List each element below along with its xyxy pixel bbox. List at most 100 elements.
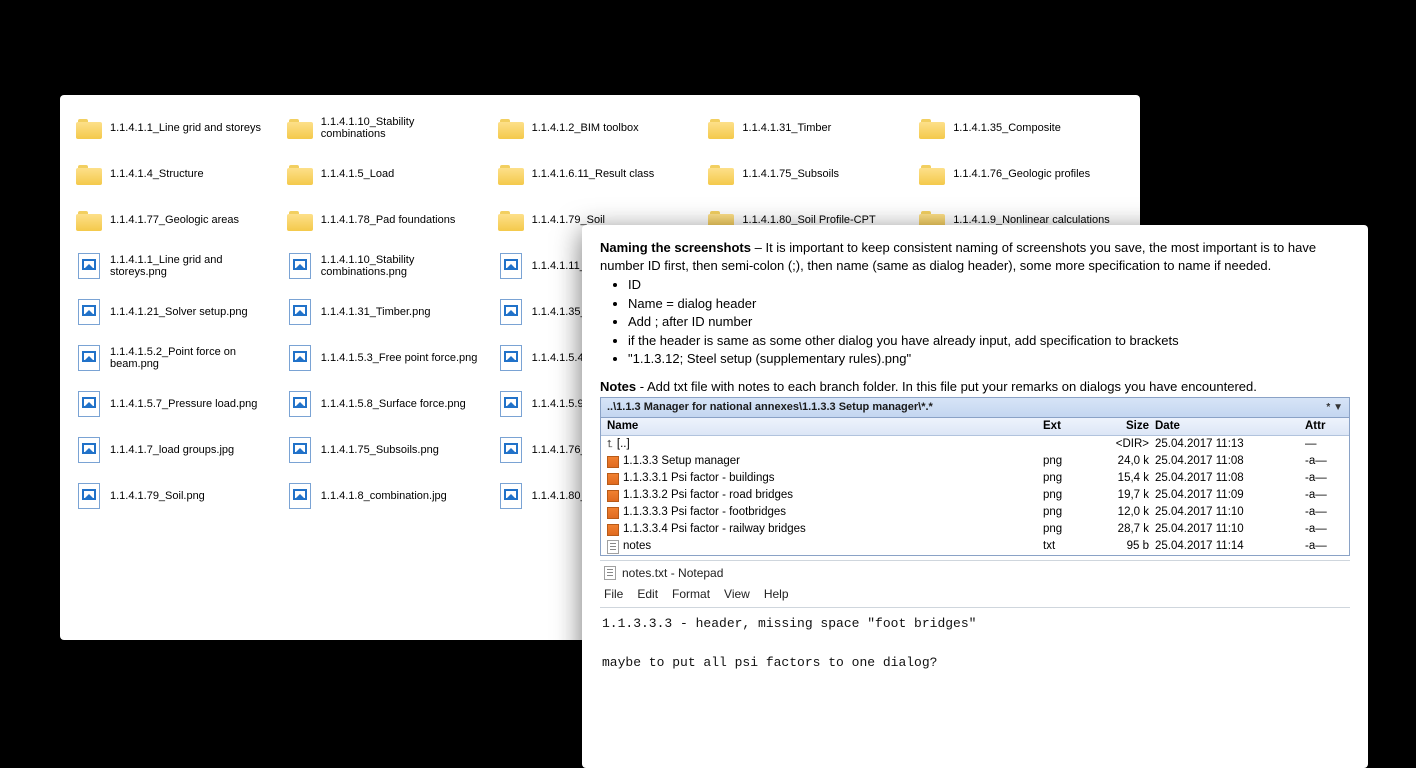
row-size: 15,4 k	[1095, 471, 1155, 487]
row-name: 1.1.3.3.2 Psi factor - road bridges	[623, 488, 793, 504]
text-file-icon	[607, 540, 619, 554]
folder-item[interactable]: 1.1.4.1.31_Timber	[706, 105, 911, 151]
col-name[interactable]: Name	[607, 419, 1043, 435]
image-file-item[interactable]: 1.1.4.1.1_Line grid and storeys.png	[74, 243, 279, 289]
folder-item[interactable]: 1.1.4.1.77_Geologic areas	[74, 197, 279, 243]
folder-icon	[498, 115, 524, 141]
image-file-icon	[76, 391, 102, 417]
row-ext: png	[1043, 471, 1095, 487]
image-file-item[interactable]: 1.1.4.1.7_load groups.jpg	[74, 427, 279, 473]
folder-item[interactable]: 1.1.4.1.6.11_Result class	[496, 151, 701, 197]
folder-item[interactable]: 1.1.4.1.2_BIM toolbox	[496, 105, 701, 151]
image-file-icon	[76, 253, 102, 279]
image-file-item[interactable]: 1.1.4.1.5.3_Free point force.png	[285, 335, 490, 381]
col-attr[interactable]: Attr	[1305, 419, 1343, 435]
folder-icon	[76, 115, 102, 141]
file-manager-row[interactable]: 1.1.3.3 Setup managerpng24,0 k25.04.2017…	[601, 453, 1349, 470]
text-file-icon	[604, 566, 616, 580]
row-ext: png	[1043, 522, 1095, 538]
notepad-menu-format[interactable]: Format	[672, 586, 710, 602]
folder-icon	[919, 115, 945, 141]
folder-item[interactable]: 1.1.4.1.1_Line grid and storeys	[74, 105, 279, 151]
row-date: 25.04.2017 11:09	[1155, 488, 1305, 504]
row-ext: png	[1043, 505, 1095, 521]
notepad-menu-help[interactable]: Help	[764, 586, 789, 602]
item-label: 1.1.4.1.1_Line grid and storeys	[110, 122, 261, 134]
item-label: 1.1.4.1.77_Geologic areas	[110, 214, 239, 226]
instructions-panel: Naming the screenshots – It is important…	[582, 225, 1368, 768]
file-manager-row[interactable]: notestxt95 b25.04.2017 11:14-a—	[601, 538, 1349, 555]
row-attr: -a—	[1305, 505, 1343, 521]
image-file-item[interactable]: 1.1.4.1.5.2_Point force on beam.png	[74, 335, 279, 381]
naming-heading: Naming the screenshots	[600, 240, 751, 255]
col-date[interactable]: Date	[1155, 419, 1305, 435]
image-file-icon	[498, 345, 524, 371]
image-file-icon	[498, 299, 524, 325]
row-size: 28,7 k	[1095, 522, 1155, 538]
notepad-menu-view[interactable]: View	[724, 586, 750, 602]
row-date: 25.04.2017 11:08	[1155, 471, 1305, 487]
folder-item[interactable]: 1.1.4.1.35_Composite	[917, 105, 1122, 151]
folder-item[interactable]: 1.1.4.1.75_Subsoils	[706, 151, 911, 197]
row-size: 24,0 k	[1095, 454, 1155, 470]
image-file-item[interactable]: 1.1.4.1.31_Timber.png	[285, 289, 490, 335]
folder-icon	[287, 161, 313, 187]
folder-item[interactable]: 1.1.4.1.4_Structure	[74, 151, 279, 197]
file-manager-row[interactable]: 1.1.3.3.2 Psi factor - road bridgespng19…	[601, 487, 1349, 504]
image-file-icon	[607, 507, 619, 519]
image-file-icon	[76, 299, 102, 325]
item-label: 1.1.4.1.10_Stability combinations	[321, 116, 479, 140]
bullet-item: ID	[628, 276, 1350, 294]
image-file-item[interactable]: 1.1.4.1.5.7_Pressure load.png	[74, 381, 279, 427]
folder-item[interactable]: 1.1.4.1.10_Stability combinations	[285, 105, 490, 151]
image-file-icon	[76, 437, 102, 463]
image-file-item[interactable]: 1.1.4.1.79_Soil.png	[74, 473, 279, 519]
row-attr: -a—	[1305, 539, 1343, 555]
row-attr: -a—	[1305, 488, 1343, 504]
file-manager-path-controls[interactable]: * ▼	[1326, 401, 1343, 415]
image-file-icon	[498, 437, 524, 463]
item-label: 1.1.4.1.5.3_Free point force.png	[321, 352, 478, 364]
notepad-body[interactable]: 1.1.3.3.3 - header, missing space "foot …	[600, 608, 1350, 675]
folder-icon	[287, 207, 313, 233]
row-size: 95 b	[1095, 539, 1155, 555]
file-manager-row[interactable]: 1.1.3.3.1 Psi factor - buildingspng15,4 …	[601, 470, 1349, 487]
row-ext: png	[1043, 488, 1095, 504]
file-manager-row[interactable]: 1.1.3.3.3 Psi factor - footbridgespng12,…	[601, 504, 1349, 521]
item-label: 1.1.4.1.31_Timber	[742, 122, 831, 134]
file-manager-up-row[interactable]: ⮤[..] <DIR> 25.04.2017 11:13 —	[601, 436, 1349, 453]
image-file-icon	[607, 456, 619, 468]
folder-up-label: [..]	[617, 437, 630, 453]
image-file-item[interactable]: 1.1.4.1.21_Solver setup.png	[74, 289, 279, 335]
item-label: 1.1.4.1.76_Geologic profiles	[953, 168, 1090, 180]
item-label: 1.1.4.1.1_Line grid and storeys.png	[110, 254, 268, 278]
item-label: 1.1.4.1.10_Stability combinations.png	[321, 254, 479, 278]
notepad-menu-file[interactable]: File	[604, 586, 623, 602]
up-size: <DIR>	[1095, 437, 1155, 453]
folder-icon	[708, 161, 734, 187]
item-label: 1.1.4.1.7_load groups.jpg	[110, 444, 234, 456]
col-ext[interactable]: Ext	[1043, 419, 1095, 435]
image-file-item[interactable]: 1.1.4.1.8_combination.jpg	[285, 473, 490, 519]
image-file-item[interactable]: 1.1.4.1.75_Subsoils.png	[285, 427, 490, 473]
folder-item[interactable]: 1.1.4.1.76_Geologic profiles	[917, 151, 1122, 197]
item-label: 1.1.4.1.75_Subsoils.png	[321, 444, 439, 456]
notepad-menu-edit[interactable]: Edit	[637, 586, 658, 602]
image-file-item[interactable]: 1.1.4.1.5.8_Surface force.png	[285, 381, 490, 427]
notes-heading: Notes	[600, 379, 636, 394]
folder-icon	[498, 207, 524, 233]
row-attr: -a—	[1305, 522, 1343, 538]
image-file-icon	[287, 391, 313, 417]
notepad-window: notes.txt - Notepad File Edit Format View He…	[600, 560, 1350, 674]
image-file-item[interactable]: 1.1.4.1.10_Stability combinations.png	[285, 243, 490, 289]
up-attr: —	[1305, 437, 1343, 453]
image-file-icon	[607, 473, 619, 485]
folder-item[interactable]: 1.1.4.1.78_Pad foundations	[285, 197, 490, 243]
notepad-titlebar: notes.txt - Notepad	[600, 561, 1350, 584]
folder-item[interactable]: 1.1.4.1.5_Load	[285, 151, 490, 197]
col-size[interactable]: Size	[1095, 419, 1155, 435]
file-manager-row[interactable]: 1.1.3.3.4 Psi factor - railway bridgespn…	[601, 521, 1349, 538]
item-label: 1.1.4.1.35_Composite	[953, 122, 1061, 134]
row-name: 1.1.3.3 Setup manager	[623, 454, 740, 470]
image-file-icon	[287, 345, 313, 371]
